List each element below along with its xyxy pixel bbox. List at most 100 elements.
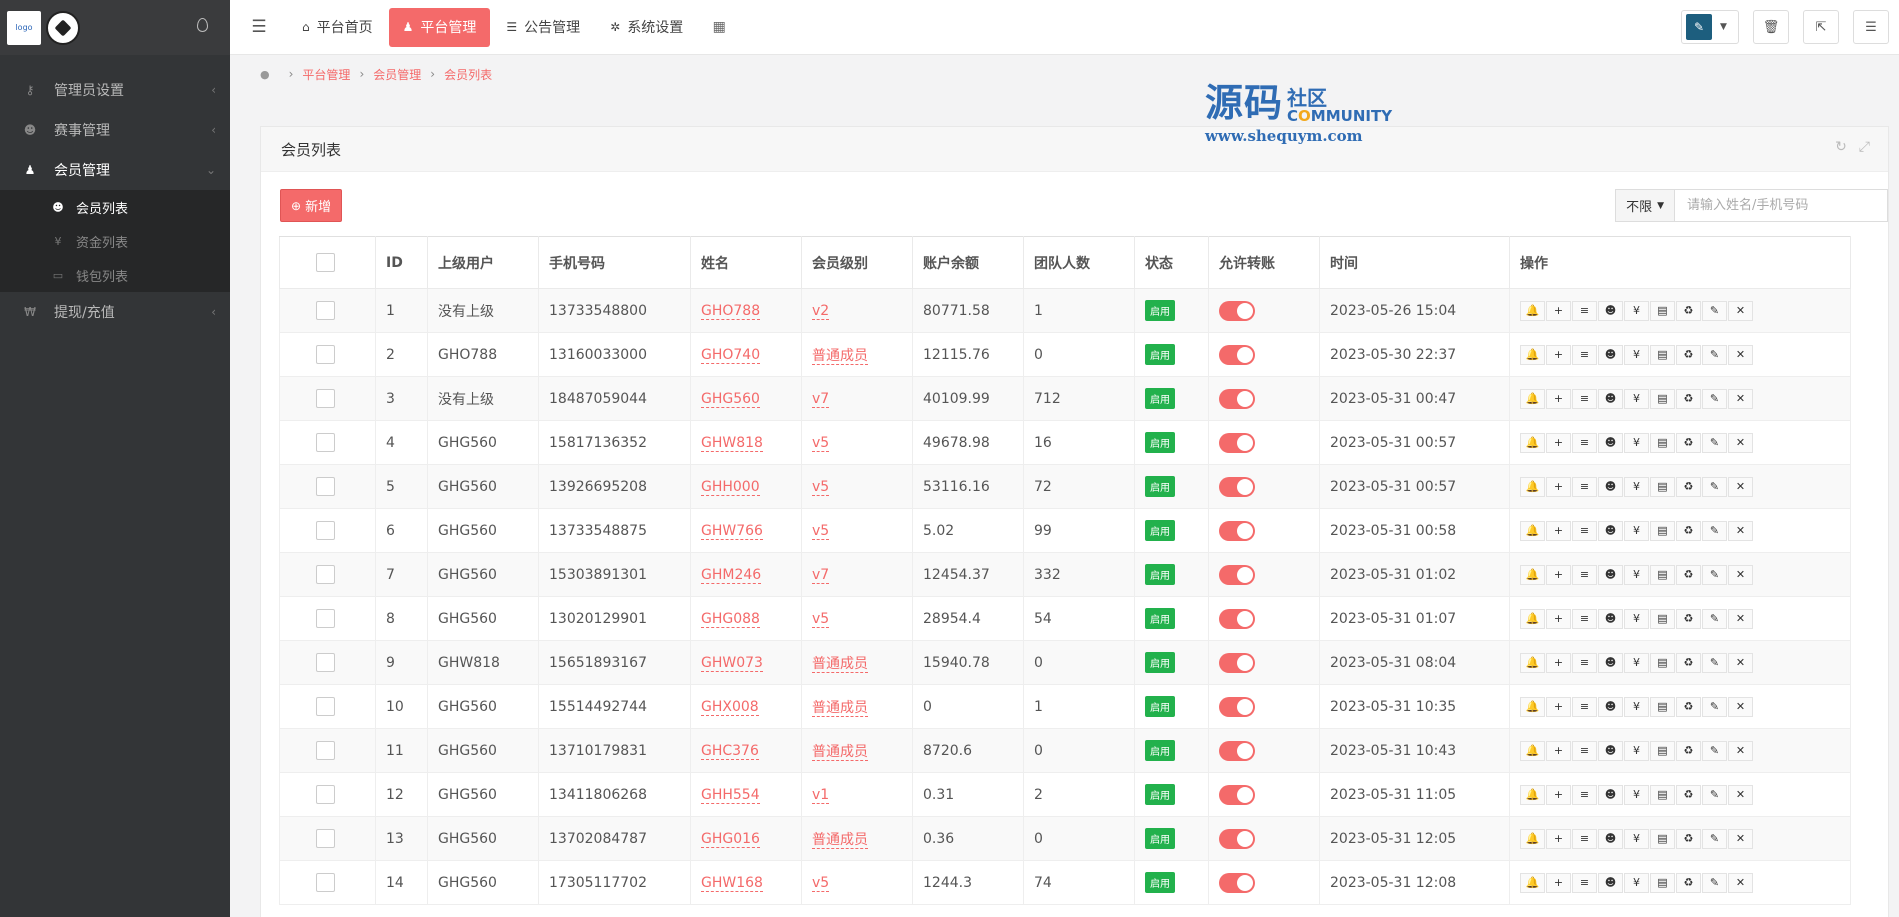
pencil-button[interactable]: ✎ (1702, 388, 1727, 409)
list-button[interactable]: ≡ (1572, 872, 1597, 893)
plus-button[interactable]: + (1546, 476, 1571, 497)
plus-button[interactable]: + (1546, 564, 1571, 585)
list-button[interactable]: ≡ (1572, 520, 1597, 541)
bell-button[interactable]: 🔔 (1520, 696, 1545, 717)
close-button[interactable]: ✕ (1728, 344, 1753, 365)
fullscreen-icon[interactable]: ⤢ (1859, 139, 1870, 155)
name-link[interactable]: GHO740 (701, 346, 761, 364)
list-button[interactable]: ≡ (1572, 740, 1597, 761)
card-button[interactable]: ▤ (1650, 564, 1675, 585)
transfer-toggle[interactable] (1219, 872, 1255, 893)
sidebar-item-3[interactable]: ₩ 提现/充值 ‹ (0, 292, 230, 332)
card-button[interactable]: ▤ (1650, 388, 1675, 409)
search-input[interactable] (1674, 189, 1888, 222)
name-link[interactable]: GHW766 (701, 522, 763, 540)
row-checkbox[interactable] (316, 873, 335, 892)
name-link[interactable]: GHC376 (701, 742, 759, 760)
plus-button[interactable]: + (1546, 344, 1571, 365)
close-button[interactable]: ✕ (1728, 608, 1753, 629)
tab-2[interactable]: ☰ 公告管理 (492, 8, 594, 47)
pencil-button[interactable]: ✎ (1702, 696, 1727, 717)
close-button[interactable]: ✕ (1728, 740, 1753, 761)
bell-button[interactable]: 🔔 (1520, 828, 1545, 849)
recycle-button[interactable]: ♻ (1676, 432, 1701, 453)
pencil-button[interactable]: ✎ (1702, 828, 1727, 849)
card-button[interactable]: ▤ (1650, 828, 1675, 849)
row-checkbox[interactable] (316, 301, 335, 320)
card-button[interactable]: ▤ (1650, 432, 1675, 453)
list-button[interactable]: ≡ (1572, 388, 1597, 409)
sidebar-item-1[interactable]: ☻ 赛事管理 ‹ (0, 110, 230, 150)
yen-button[interactable]: ¥ (1624, 476, 1649, 497)
yen-button[interactable]: ¥ (1624, 740, 1649, 761)
transfer-toggle[interactable] (1219, 652, 1255, 673)
card-button[interactable]: ▤ (1650, 784, 1675, 805)
pencil-button[interactable]: ✎ (1702, 608, 1727, 629)
plus-button[interactable]: + (1546, 432, 1571, 453)
transfer-toggle[interactable] (1219, 432, 1255, 453)
row-checkbox[interactable] (316, 785, 335, 804)
bell-button[interactable]: 🔔 (1520, 476, 1545, 497)
recycle-button[interactable]: ♻ (1676, 300, 1701, 321)
pencil-button[interactable]: ✎ (1702, 740, 1727, 761)
sidebar-right-button[interactable]: ☰ (1853, 10, 1889, 44)
level-link[interactable]: v5 (812, 610, 830, 628)
pencil-button[interactable]: ✎ (1702, 564, 1727, 585)
breadcrumb-item-1[interactable]: 会员管理 (373, 66, 421, 83)
list-button[interactable]: ≡ (1572, 476, 1597, 497)
level-link[interactable]: 普通成员 (812, 831, 868, 849)
theme-drop-icon[interactable] (197, 18, 208, 32)
users-button[interactable]: ☻ (1598, 740, 1623, 761)
bell-button[interactable]: 🔔 (1520, 872, 1545, 893)
card-button[interactable]: ▤ (1650, 344, 1675, 365)
card-button[interactable]: ▤ (1650, 520, 1675, 541)
transfer-toggle[interactable] (1219, 608, 1255, 629)
users-button[interactable]: ☻ (1598, 872, 1623, 893)
close-button[interactable]: ✕ (1728, 784, 1753, 805)
pencil-button[interactable]: ✎ (1702, 784, 1727, 805)
level-link[interactable]: v5 (812, 874, 830, 892)
pencil-button[interactable]: ✎ (1702, 872, 1727, 893)
row-checkbox[interactable] (316, 521, 335, 540)
row-checkbox[interactable] (316, 433, 335, 452)
users-button[interactable]: ☻ (1598, 652, 1623, 673)
card-button[interactable]: ▤ (1650, 740, 1675, 761)
menu-toggle-icon[interactable]: ☰ (230, 17, 288, 37)
bell-button[interactable]: 🔔 (1520, 300, 1545, 321)
bell-button[interactable]: 🔔 (1520, 784, 1545, 805)
list-button[interactable]: ≡ (1572, 344, 1597, 365)
recycle-button[interactable]: ♻ (1676, 696, 1701, 717)
recycle-button[interactable]: ♻ (1676, 828, 1701, 849)
level-link[interactable]: 普通成员 (812, 347, 868, 365)
card-button[interactable]: ▤ (1650, 696, 1675, 717)
level-link[interactable]: 普通成员 (812, 655, 868, 673)
list-button[interactable]: ≡ (1572, 300, 1597, 321)
users-button[interactable]: ☻ (1598, 564, 1623, 585)
row-checkbox[interactable] (316, 653, 335, 672)
bell-button[interactable]: 🔔 (1520, 652, 1545, 673)
list-button[interactable]: ≡ (1572, 432, 1597, 453)
close-button[interactable]: ✕ (1728, 520, 1753, 541)
external-link-button[interactable]: ⇱ (1803, 10, 1839, 44)
yen-button[interactable]: ¥ (1624, 388, 1649, 409)
recycle-button[interactable]: ♻ (1676, 872, 1701, 893)
yen-button[interactable]: ¥ (1624, 872, 1649, 893)
tab-1[interactable]: ♟ 平台管理 (388, 7, 491, 47)
refresh-icon[interactable]: ↻ (1835, 139, 1847, 155)
card-button[interactable]: ▤ (1650, 652, 1675, 673)
pencil-button[interactable]: ✎ (1702, 652, 1727, 673)
name-link[interactable]: GHG560 (701, 390, 760, 408)
pencil-button[interactable]: ✎ (1702, 300, 1727, 321)
users-button[interactable]: ☻ (1598, 300, 1623, 321)
users-button[interactable]: ☻ (1598, 432, 1623, 453)
list-button[interactable]: ≡ (1572, 608, 1597, 629)
users-button[interactable]: ☻ (1598, 476, 1623, 497)
close-button[interactable]: ✕ (1728, 652, 1753, 673)
add-button[interactable]: ⊕ 新增 (280, 189, 343, 222)
transfer-toggle[interactable] (1219, 696, 1255, 717)
list-button[interactable]: ≡ (1572, 652, 1597, 673)
list-button[interactable]: ≡ (1572, 564, 1597, 585)
filter-dropdown[interactable]: 不限 ▼ (1615, 189, 1674, 222)
transfer-toggle[interactable] (1219, 828, 1255, 849)
row-checkbox[interactable] (316, 477, 335, 496)
